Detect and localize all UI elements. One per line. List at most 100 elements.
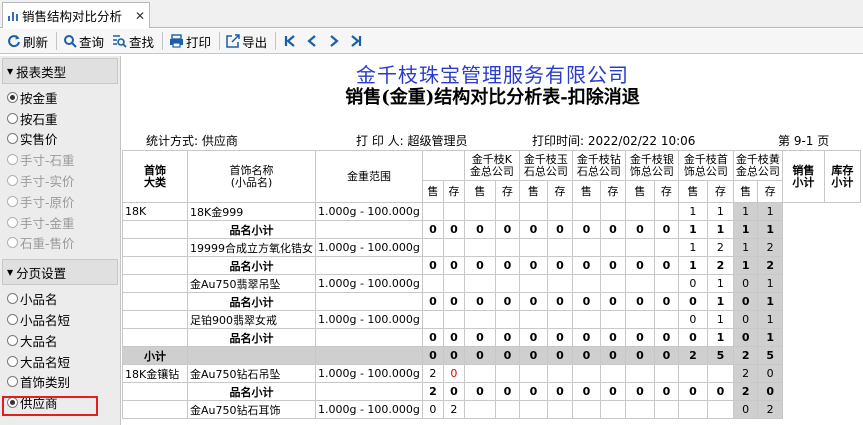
cell-value: 2 [706, 238, 734, 257]
table-row: 19999合成立方氧化锆女 1.000g - 100.000g 1 2 1 2 [122, 238, 861, 257]
cell-value [624, 238, 655, 257]
radio-label: 石重-售价 [20, 236, 75, 252]
report-type-radio-option[interactable]: 按石重 [0, 108, 120, 129]
cell-value: 0 [677, 382, 708, 401]
cell-sale-total: 1 [732, 220, 759, 239]
cell-sale-total: 2 [732, 382, 759, 401]
cell-range: 1.000g - 100.000g [315, 238, 423, 257]
cell-value: 0 [546, 346, 573, 365]
radio-circle[interactable] [7, 376, 18, 388]
cell-name: 金Au750翡翠吊坠 [187, 274, 316, 293]
report-type-options: 按金重 按石重 实售价 手寸-石重 手寸-实价 手寸-原价 手寸-金重 石重-售价 [0, 84, 120, 253]
cell-sale-total: 0 [732, 310, 759, 329]
page-setting-radio-option[interactable]: 小品名短 [0, 309, 120, 330]
cell-sale-total: 1 [732, 238, 759, 257]
radio-circle [7, 154, 18, 166]
radio-circle[interactable] [7, 314, 18, 326]
radio-circle[interactable] [7, 293, 18, 305]
find-button[interactable]: 查找 [109, 30, 157, 52]
radio-label: 小品名 [20, 292, 58, 308]
header-sale-total: 销售 小计 [781, 150, 825, 203]
header-blank [421, 149, 465, 182]
export-icon [226, 34, 240, 48]
cell-value: 0 [442, 346, 465, 365]
subtotal-row: 小计 0 0 0 0 0 0 0 0 0 0 2 5 2 5 [122, 346, 861, 365]
cell-value: 0 [442, 220, 465, 239]
query-button[interactable]: 查询 [60, 30, 107, 52]
refresh-button[interactable]: 刷新 [4, 30, 51, 52]
page-setting-radio-option[interactable]: 大品名 [0, 330, 120, 351]
page-setting-radio-option[interactable]: 首饰类别 [0, 372, 120, 393]
cell-value [599, 364, 626, 383]
header-sale: 售 [518, 180, 548, 203]
cell-value [546, 238, 573, 257]
page-settings-section-header[interactable]: ▼ 分页设置 [2, 259, 118, 286]
cell-range [315, 346, 423, 365]
radio-circle [7, 216, 18, 228]
page-setting-radio-option[interactable]: 小品名 [0, 288, 120, 309]
radio-label: 手寸-石重 [20, 153, 75, 169]
cell-category: 18K金镶钻 [122, 364, 188, 383]
cell-name: 金Au750钻石耳饰 [187, 400, 316, 419]
collapse-triangle-icon: ▼ [7, 66, 14, 76]
header-stock: 存 [546, 180, 573, 203]
cell-value: 0 [624, 292, 655, 311]
radio-circle[interactable] [7, 112, 18, 124]
cell-range: 1.000g - 100.000g [315, 400, 423, 419]
radio-label: 小品名短 [20, 313, 71, 329]
cell-category [122, 382, 188, 401]
cell-value: 0 [494, 328, 520, 347]
cell-value: 0 [571, 328, 601, 347]
next-page-button[interactable] [323, 30, 345, 52]
cell-value: 0 [442, 382, 465, 401]
radio-label: 大品名短 [20, 354, 71, 370]
radio-circle[interactable] [7, 133, 18, 145]
print-button[interactable]: 打印 [166, 30, 214, 52]
radio-label: 手寸-原价 [20, 194, 75, 210]
report-view: 金千枝珠宝管理服务有限公司 销售(金重)结构对比分析表-扣除消退 统计方式: 供… [122, 56, 863, 425]
radio-label: 大品名 [20, 333, 58, 349]
cell-category [122, 220, 188, 239]
cell-value: 0 [677, 328, 708, 347]
header-stock: 存 [653, 180, 679, 203]
report-type-radio-option[interactable]: 按金重 [0, 87, 120, 108]
table-row: 18K金镶钻 金Au750钻石吊坠 1.000g - 100.000g 2 0 2 0 [122, 364, 861, 383]
cell-value: 0 [518, 292, 548, 311]
first-page-button[interactable] [279, 30, 301, 52]
export-button[interactable]: 导出 [223, 30, 270, 52]
toolbar-separator [275, 32, 277, 50]
header-sale: 售 [463, 180, 496, 203]
radio-circle[interactable] [7, 334, 18, 346]
header-stock-total: 库存 小计 [823, 150, 861, 203]
page-setting-radio-option[interactable]: 大品名短 [0, 351, 120, 372]
cell-stock-total: 1 [757, 310, 783, 329]
cell-value: 0 [518, 256, 548, 275]
subtotal-row: 品名小计 0 0 0 0 0 0 0 0 0 0 1 2 1 2 [122, 256, 861, 275]
cell-value [421, 202, 444, 221]
report-type-radio-option[interactable]: 实售价 [0, 129, 120, 150]
table-row: 足铂900翡翠女戒 1.000g - 100.000g 0 1 0 1 [122, 310, 861, 329]
radio-circle[interactable] [7, 91, 18, 103]
prev-page-button[interactable] [301, 30, 323, 52]
cell-range [315, 220, 423, 239]
report-type-section-header[interactable]: ▼ 报表类型 [2, 58, 118, 84]
cell-value: 0 [463, 382, 496, 401]
cell-value: 1 [677, 202, 708, 221]
last-page-button[interactable] [345, 30, 367, 52]
cell-sale-total: 0 [732, 274, 759, 293]
cell-value [571, 202, 601, 221]
radio-circle [7, 237, 18, 249]
cell-value [518, 310, 548, 329]
cell-value [571, 310, 601, 329]
tab-sales-structure[interactable]: 销售结构对比分析 ✕ [2, 2, 150, 28]
cell-value: 0 [421, 328, 444, 347]
cell-range [315, 292, 423, 311]
cell-value: 0 [421, 400, 444, 419]
cell-value [653, 400, 679, 419]
radio-circle[interactable] [7, 355, 18, 367]
cell-value [518, 400, 548, 419]
cell-value [442, 202, 465, 221]
close-icon[interactable]: ✕ [135, 9, 145, 23]
options-sidebar: ▼ 报表类型 按金重 按石重 实售价 手寸-石重 手寸-实价 手寸-原价 手寸-金重 石重-售… [0, 56, 121, 425]
cell-stock-total: 2 [757, 400, 783, 419]
